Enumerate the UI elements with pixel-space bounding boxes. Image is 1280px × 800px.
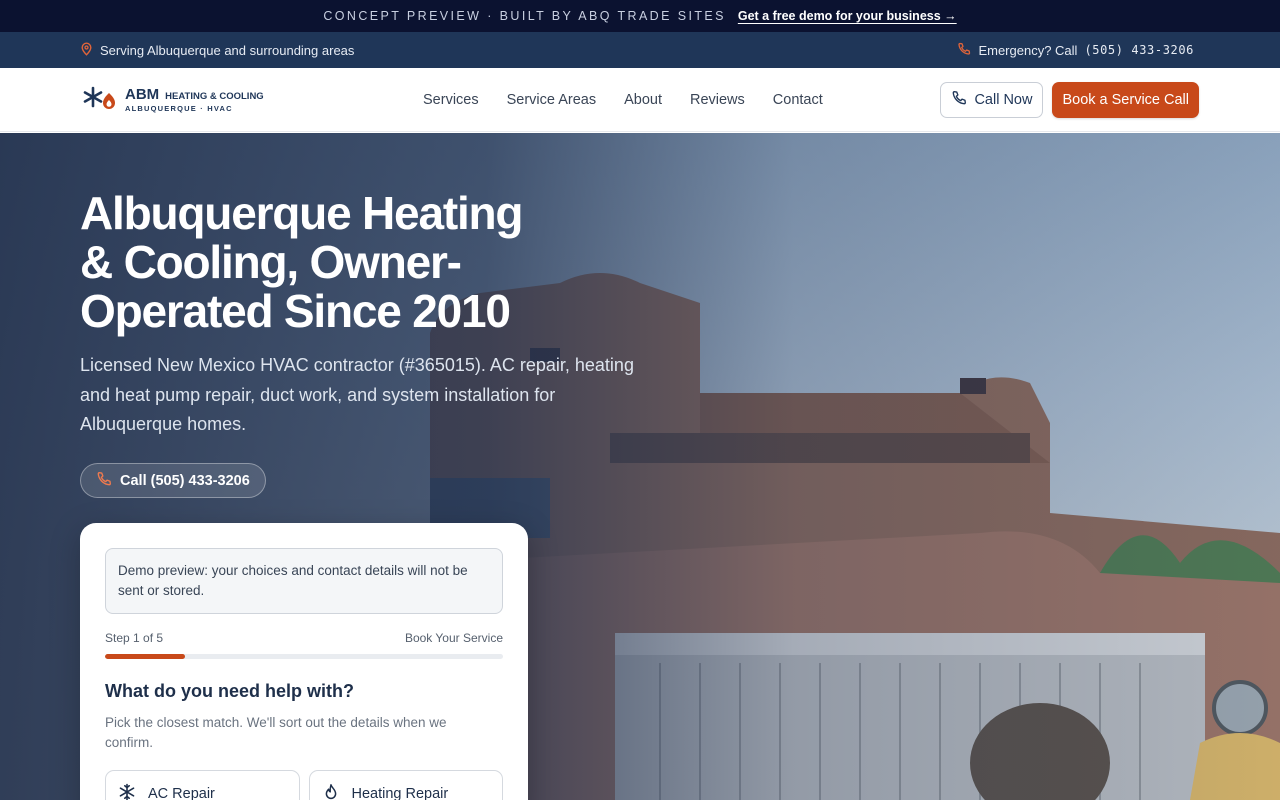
nav-about[interactable]: About bbox=[624, 92, 662, 108]
emergency-label: Emergency? Call bbox=[978, 42, 1078, 58]
flame-icon bbox=[322, 783, 340, 800]
snowflake-icon bbox=[118, 783, 136, 800]
phone-icon bbox=[96, 471, 112, 491]
main-nav: Services Service Areas About Reviews Con… bbox=[423, 92, 823, 108]
info-bar: Serving Albuquerque and surrounding area… bbox=[0, 32, 1280, 68]
section-label: Book Your Service bbox=[404, 631, 503, 645]
nav-reviews[interactable]: Reviews bbox=[690, 92, 745, 108]
emergency-phone[interactable]: (505) 433-3206 bbox=[1084, 43, 1194, 57]
concept-preview-text: CONCEPT PREVIEW · BUILT BY ABQ TRADE SIT… bbox=[323, 9, 726, 23]
hero-title: Albuquerque Heating & Cooling, Owner-Ope… bbox=[80, 187, 524, 337]
progress-bar bbox=[105, 654, 503, 659]
site-header: ABM HEATING & COOLING ALBUQUERQUE · HVAC… bbox=[0, 68, 1280, 132]
header-actions: Call Now Book a Service Call bbox=[940, 81, 1199, 118]
service-options: AC Repair Heating Repair bbox=[105, 770, 503, 800]
logo-sub: ALBUQUERQUE · HVAC bbox=[125, 104, 233, 113]
call-now-button[interactable]: Call Now bbox=[940, 81, 1044, 118]
progress-fill bbox=[105, 654, 185, 659]
logo-tagline: HEATING & COOLING bbox=[165, 91, 264, 102]
demo-notice: Demo preview: your choices and contact d… bbox=[105, 548, 503, 614]
free-demo-link[interactable]: Get a free demo for your business → bbox=[738, 9, 957, 23]
question-hint: Pick the closest match. We'll sort out t… bbox=[105, 715, 447, 750]
option-heating-repair[interactable]: Heating Repair bbox=[308, 770, 503, 800]
call-now-label: Call Now bbox=[974, 91, 1033, 108]
logo-name: ABM bbox=[125, 86, 160, 103]
option-label: AC Repair bbox=[148, 786, 215, 800]
nav-services[interactable]: Services bbox=[423, 92, 479, 108]
step-label: Step 1 of 5 bbox=[105, 631, 164, 645]
serving-text: Serving Albuquerque and surrounding area… bbox=[100, 42, 355, 58]
logo-mark-icon bbox=[81, 85, 119, 115]
hero-call-label: Call (505) 433-3206 bbox=[120, 472, 250, 489]
service-area-note: Serving Albuquerque and surrounding area… bbox=[80, 41, 355, 59]
concept-preview-bar: CONCEPT PREVIEW · BUILT BY ABQ TRADE SIT… bbox=[0, 0, 1280, 32]
nav-contact[interactable]: Contact bbox=[773, 92, 823, 108]
question-heading: What do you need help with? bbox=[105, 681, 354, 701]
phone-icon bbox=[951, 90, 967, 110]
option-label: Heating Repair bbox=[351, 786, 449, 800]
hero-call-button[interactable]: Call (505) 433-3206 bbox=[80, 463, 266, 498]
step-indicator: Step 1 of 5 Book Your Service bbox=[105, 631, 503, 645]
option-ac-repair[interactable]: AC Repair bbox=[105, 770, 300, 800]
book-service-call-button[interactable]: Book a Service Call bbox=[1052, 81, 1199, 118]
emergency-call[interactable]: Emergency? Call (505) 433-3206 bbox=[957, 42, 1194, 59]
hero-section: Albuquerque Heating & Cooling, Owner-Ope… bbox=[0, 133, 1280, 800]
booking-form-card: Demo preview: your choices and contact d… bbox=[80, 523, 528, 800]
hero-description: Licensed New Mexico HVAC contractor (#36… bbox=[80, 355, 634, 434]
map-pin-icon bbox=[80, 41, 93, 59]
nav-service-areas[interactable]: Service Areas bbox=[507, 92, 596, 108]
phone-icon bbox=[957, 42, 971, 59]
brand-logo[interactable]: ABM HEATING & COOLING ALBUQUERQUE · HVAC bbox=[81, 85, 331, 115]
